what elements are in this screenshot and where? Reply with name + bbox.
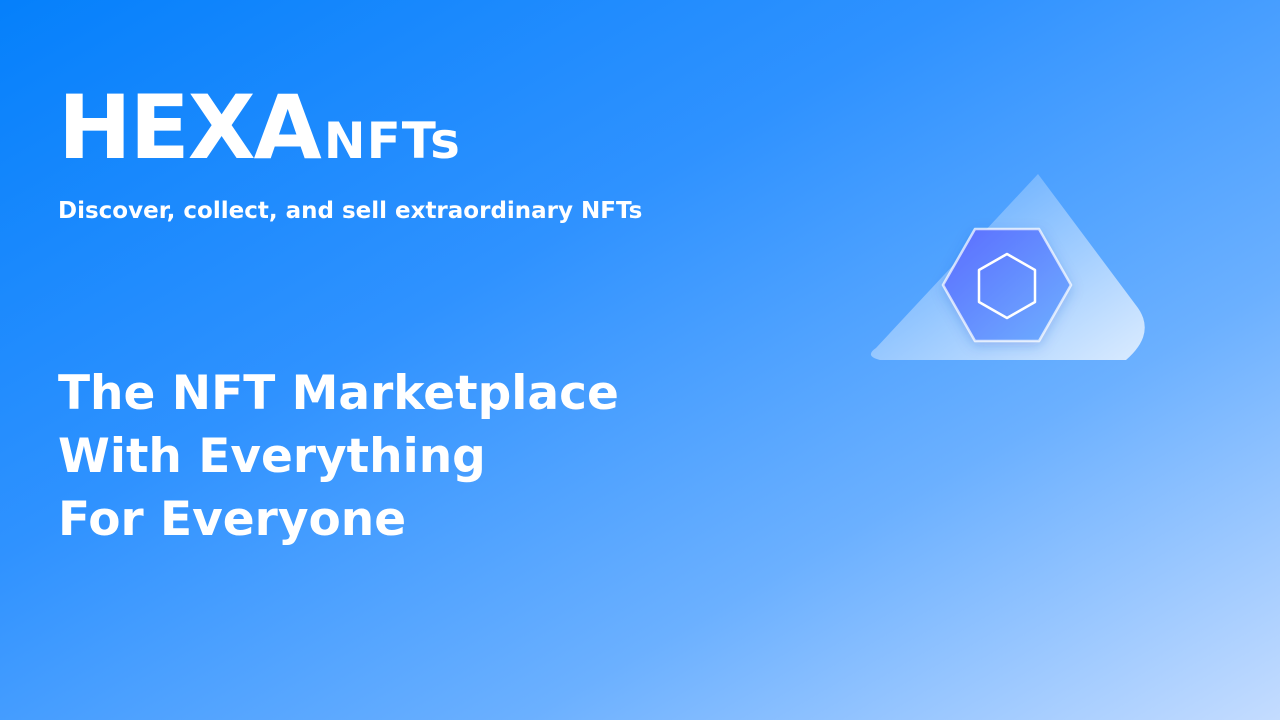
headline-line-2: With Everything <box>58 429 486 484</box>
headline-line-1: The NFT Marketplace <box>58 366 619 421</box>
hero-graphic <box>860 160 1160 380</box>
tagline: Discover, collect, and sell extraordinar… <box>58 198 643 224</box>
brand-logo: HEXANFTs <box>58 84 461 172</box>
headline-line-3: For Everyone <box>58 492 407 547</box>
brand-sub-text: NFTs <box>323 112 461 170</box>
headline: The NFT Marketplace With Everything For … <box>58 362 619 551</box>
brand-main-text: HEXA <box>58 76 322 179</box>
